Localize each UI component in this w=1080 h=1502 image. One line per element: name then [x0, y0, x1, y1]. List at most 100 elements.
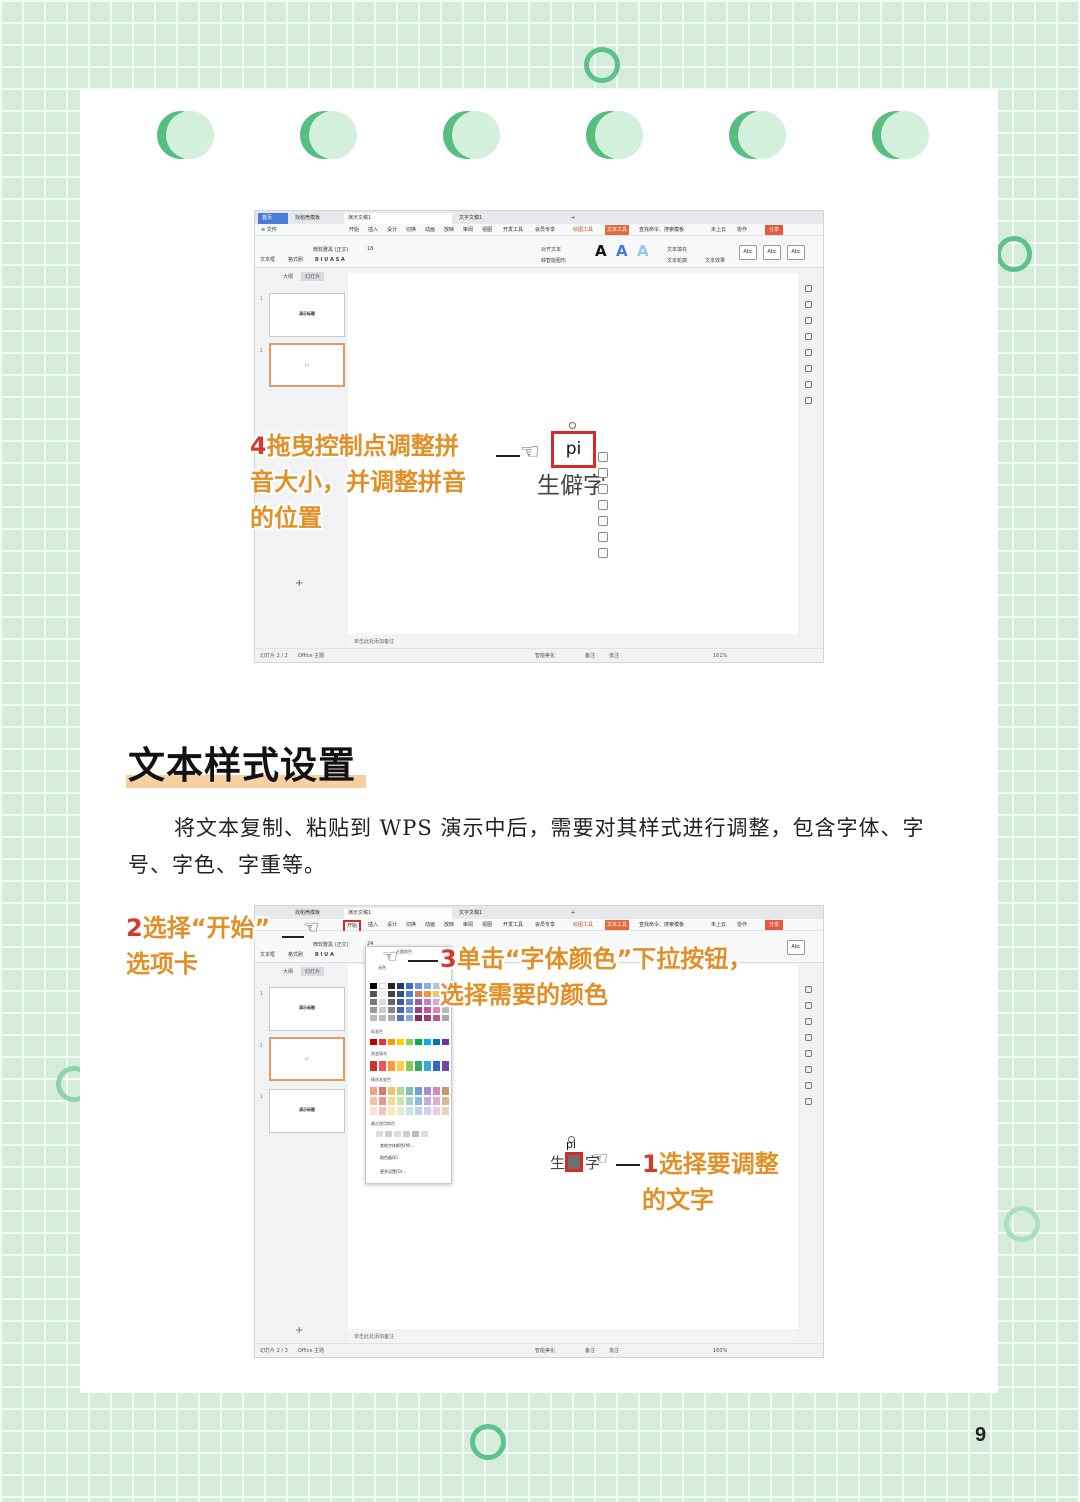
smart-shape-button[interactable]: 转智能图形	[541, 257, 566, 264]
image-icon[interactable]	[805, 1034, 812, 1041]
menu-collab[interactable]: 协作	[737, 224, 747, 236]
menu-view[interactable]: 视图	[482, 224, 492, 236]
format-painter-button[interactable]: 格式刷	[288, 256, 303, 263]
shape-icon[interactable]	[805, 1002, 812, 1009]
fill-icon[interactable]	[598, 484, 608, 494]
eyedropper-option[interactable]: 取色器(E)	[380, 1155, 398, 1161]
layout-icon[interactable]	[805, 1066, 812, 1073]
gradient-variant-row[interactable]	[370, 1097, 449, 1105]
link-icon[interactable]	[598, 532, 608, 542]
menu-home[interactable]: 开始	[349, 224, 359, 236]
pinyin-text[interactable]: pi	[566, 1138, 576, 1151]
align-text-button[interactable]: 对齐文本	[541, 246, 561, 253]
gradient-variant-row[interactable]	[370, 1107, 449, 1115]
menu-cloud[interactable]: 未上云	[711, 224, 726, 236]
pen-icon[interactable]	[598, 468, 608, 478]
bold-italic-tools[interactable]: B I U A S A	[315, 257, 345, 263]
font-size-select[interactable]: 18	[367, 246, 373, 252]
more-settings-option[interactable]: 更多设置(O)...	[380, 1169, 406, 1175]
menu-cloud[interactable]: 未上云	[711, 919, 726, 931]
history-icon[interactable]	[805, 381, 812, 388]
add-slide-icon[interactable]: +	[295, 1325, 303, 1336]
notes-bar[interactable]: 单击此处添加备注	[348, 635, 798, 649]
copy-icon[interactable]	[805, 317, 812, 324]
menu-animation[interactable]: 动画	[425, 224, 435, 236]
slide-thumbnail[interactable]: 演示标题	[269, 987, 345, 1031]
other-colors-option[interactable]: 其他字体颜色(M)...	[380, 1143, 414, 1149]
theme-color-row[interactable]	[370, 983, 449, 989]
pane-tab-slides[interactable]: 幻灯片	[301, 272, 325, 281]
text-style-a-blue[interactable]: A	[616, 242, 628, 260]
tab-new[interactable]: +	[567, 213, 579, 224]
location-icon[interactable]	[805, 349, 812, 356]
image-icon[interactable]	[805, 333, 812, 340]
bold-italic-tools[interactable]: B I U A	[315, 952, 334, 958]
menu-transition[interactable]: 切换	[406, 919, 416, 931]
location-icon[interactable]	[805, 1050, 812, 1057]
gradient-color-row[interactable]	[370, 1061, 449, 1071]
comments-button[interactable]: 批注	[609, 1344, 619, 1357]
crop-icon[interactable]	[598, 500, 608, 510]
menu-file[interactable]: ≡ 文件	[261, 224, 277, 236]
menu-slideshow[interactable]: 放映	[444, 224, 454, 236]
help-icon[interactable]	[805, 397, 812, 404]
menu-review[interactable]: 审阅	[463, 919, 473, 931]
search-command[interactable]: 查找命令、搜索模板	[639, 919, 684, 931]
menu-developer[interactable]: 开发工具	[503, 224, 523, 236]
tab-template[interactable]: 找稻壳模板	[291, 213, 341, 224]
menu-text-tools[interactable]: 文本工具	[605, 920, 630, 930]
slide-thumbnail[interactable]: 演示标题	[269, 1089, 345, 1133]
standard-color-row[interactable]	[370, 1039, 449, 1045]
shape-icon[interactable]	[805, 301, 812, 308]
menu-developer[interactable]: 开发工具	[503, 919, 523, 931]
menu-collab[interactable]: 协作	[737, 919, 747, 931]
tab-document[interactable]: 文字文稿1	[455, 213, 563, 224]
recent-color-row[interactable]	[376, 1131, 428, 1137]
beautify-button[interactable]: 智能美化	[535, 1344, 555, 1357]
bulb-icon[interactable]	[598, 516, 608, 526]
menu-view[interactable]: 视图	[482, 919, 492, 931]
menu-review[interactable]: 审阅	[463, 224, 473, 236]
tab-document[interactable]: 文字文稿1	[455, 908, 563, 919]
menu-member[interactable]: 会员专享	[535, 224, 555, 236]
tab-presentation[interactable]: 演示文稿1	[344, 213, 452, 224]
tab-new[interactable]: +	[567, 908, 579, 919]
share-button[interactable]: 分享	[765, 920, 784, 930]
comments-button[interactable]: 批注	[609, 649, 619, 662]
theme-color-row[interactable]	[370, 999, 449, 1005]
menu-drawing-tools[interactable]: 绘图工具	[573, 224, 593, 236]
tab-home[interactable]: 首页	[258, 213, 288, 224]
char-before[interactable]: 生	[550, 1152, 565, 1173]
settings-icon[interactable]	[805, 285, 812, 292]
zoom-level[interactable]: 160%	[713, 1344, 727, 1357]
zoom-level[interactable]: 161%	[713, 649, 727, 662]
rotate-handle[interactable]	[569, 422, 576, 429]
pane-tab-outline[interactable]: 大纲	[279, 272, 297, 281]
font-name-select[interactable]: 微软雅黑 (正文)	[313, 246, 349, 253]
beautify-button[interactable]: 智能美化	[535, 649, 555, 662]
menu-design[interactable]: 设计	[387, 919, 397, 931]
help-icon[interactable]	[805, 1098, 812, 1105]
style-sample-2[interactable]: Abc	[763, 245, 781, 260]
menu-animation[interactable]: 动画	[425, 919, 435, 931]
layers-icon[interactable]	[598, 452, 608, 462]
pane-tab-outline[interactable]: 大纲	[279, 967, 297, 976]
settings-icon[interactable]	[805, 986, 812, 993]
theme-color-row[interactable]	[370, 1007, 449, 1013]
style-sample-3[interactable]: Abc	[787, 245, 805, 260]
format-painter-button[interactable]: 格式刷	[288, 951, 303, 958]
search-command[interactable]: 查找命令、搜索模板	[639, 224, 684, 236]
pane-tab-slides[interactable]: 幻灯片	[301, 967, 325, 976]
font-name-select[interactable]: 微软雅黑 (正文)	[313, 941, 349, 948]
slide-thumbnail[interactable]: pi	[269, 343, 345, 387]
text-fill-button[interactable]: 文本填充	[667, 246, 687, 253]
style-sample-1[interactable]: Abc	[739, 245, 757, 260]
notes-button[interactable]: 备注	[585, 649, 595, 662]
tab-presentation[interactable]: 演示文稿1	[344, 908, 452, 919]
add-slide-icon[interactable]: +	[295, 578, 303, 589]
notes-button[interactable]: 备注	[585, 1344, 595, 1357]
theme-color-row[interactable]	[370, 991, 449, 997]
copy-icon[interactable]	[805, 1018, 812, 1025]
pinyin-textbox[interactable]: pi	[551, 431, 596, 468]
theme-color-row[interactable]	[370, 1015, 449, 1021]
